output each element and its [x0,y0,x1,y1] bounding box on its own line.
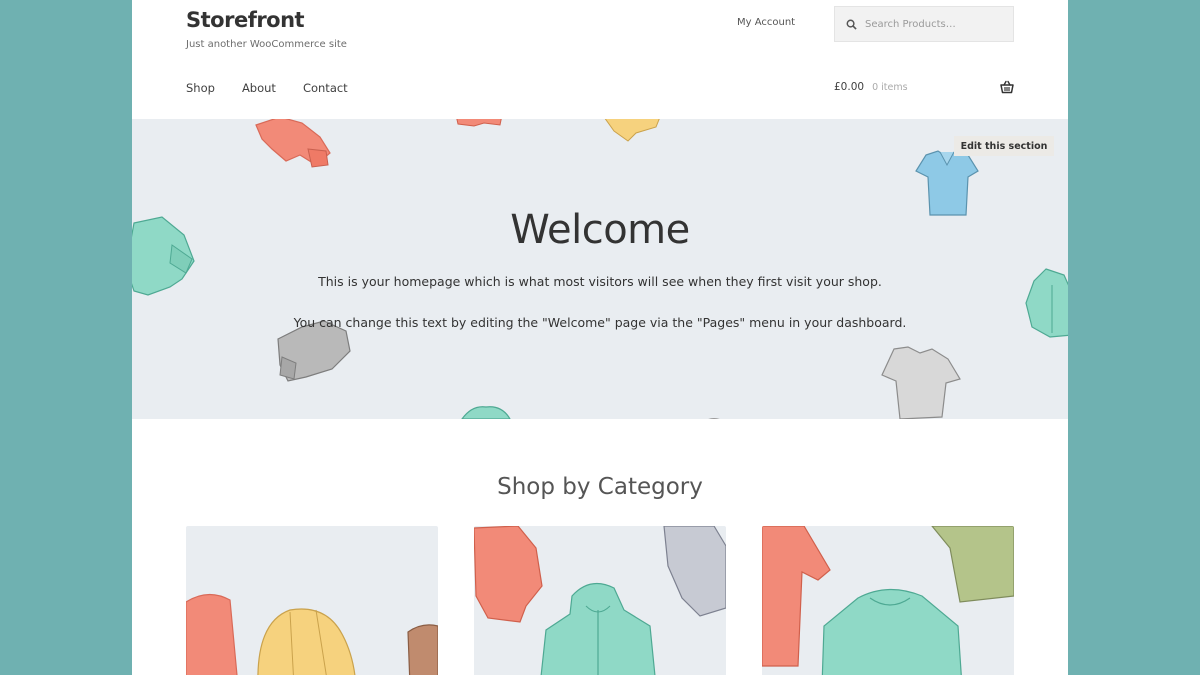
accessories-image [186,593,438,675]
hero-title: Welcome [510,207,690,253]
grey-garment-illustration [708,418,720,419]
my-account-link[interactable]: My Account [737,17,795,28]
cart-summary[interactable]: £0.00 0 items [834,80,1014,94]
edit-section-button[interactable]: Edit this section [954,136,1054,156]
coral-hoodie-illustration [255,119,331,168]
basket-icon[interactable] [1000,80,1014,94]
hero-text-line-2: You can change this text by editing the … [293,315,907,330]
shop-by-category-heading: Shop by Category [497,474,703,500]
search-box[interactable] [834,6,1014,42]
hero-text-line-1: This is your homepage which is what most… [318,274,882,289]
cart-amount: £0.00 [834,81,865,93]
hoodies-image [474,526,726,675]
category-card-hoodies[interactable] [474,526,726,675]
mint-garment-illustration [461,406,511,419]
nav-item-contact[interactable]: Contact [303,81,348,95]
nav-item-shop[interactable]: Shop [186,81,215,95]
cart-count: 0 items [872,81,908,93]
hero-section: Edit this section Welcome This is your h… [132,119,1068,419]
grey-tshirt-illustration [881,346,961,419]
primary-nav: Shop About Contact [186,81,375,95]
tshirts-image [762,526,1014,675]
coral-shirt-illustration [456,119,502,127]
page: Storefront Just another WooCommerce site… [132,0,1068,675]
yellow-hat-illustration [604,119,660,142]
search-input[interactable] [865,18,1005,30]
search-icon [846,19,857,30]
nav-item-about[interactable]: About [242,81,276,95]
category-card-tshirts[interactable] [762,526,1014,675]
site-title[interactable]: Storefront [186,8,305,32]
site-tagline: Just another WooCommerce site [186,39,347,50]
category-card-accessories[interactable] [186,526,438,675]
